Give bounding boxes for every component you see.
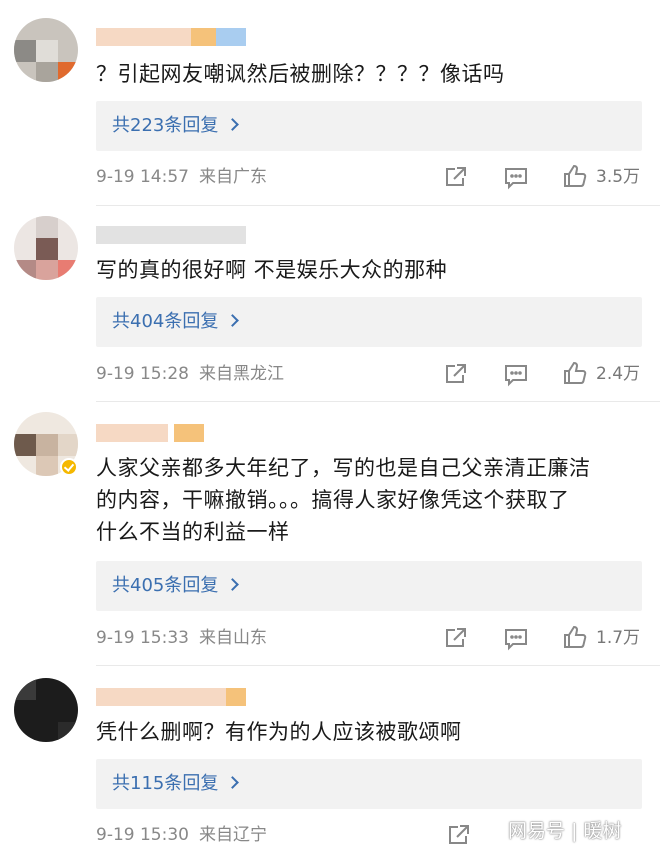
replies-label: 共115条回复 [112,773,219,794]
avatar[interactable] [14,678,78,742]
chevron-right-icon [226,776,239,789]
location: 来自辽宁 [198,825,267,845]
watermark: 网易号 | 暖树 [508,820,622,842]
verified-badge-icon [60,458,78,476]
avatar[interactable] [14,216,78,280]
avatar[interactable] [14,18,78,82]
comment-text-line: 什么不当的利益一样 [96,520,290,544]
comment-text-line: 的内容，干嘛撤销。。。搞得人家好像凭这个获取了 [96,488,570,512]
share-icon[interactable] [446,822,472,848]
comment-text: 人家父亲都多大年纪了，写的也是自己父亲清正廉洁 的内容，干嘛撤销。。。搞得人家好… [96,452,644,548]
replies-label: 共223条回复 [112,115,219,136]
thumbs-up-icon[interactable] [562,360,588,386]
replies-label: 共405条回复 [112,575,219,596]
timestamp: 9-19 14:57 [96,167,189,187]
location: 来自广东 [198,167,267,187]
comment-text: 写的真的很好啊 不是娱乐大众的那种 [96,258,448,282]
username[interactable] [96,688,246,706]
timestamp: 9-19 15:28 [96,364,189,384]
share-icon[interactable] [443,164,469,190]
thumbs-up-icon[interactable] [562,163,588,189]
comment-text: 凭什么删啊？有作为的人应该被歌颂啊 [96,720,462,744]
comment-text: ？引起网友嘲讽然后被删除？？？？像话吗 [96,62,505,86]
timestamp: 9-19 15:30 [96,825,189,845]
timestamp: 9-19 15:33 [96,628,189,648]
chevron-right-icon [226,118,239,131]
comment-text-line: 人家父亲都多大年纪了，写的也是自己父亲清正廉洁 [96,456,591,480]
location: 来自山东 [198,628,267,648]
comment-icon[interactable] [503,362,529,388]
thumbs-up-icon[interactable] [562,624,588,650]
chevron-right-icon [226,314,239,327]
divider [96,401,660,402]
location: 来自黑龙江 [198,364,284,384]
replies-button[interactable]: 共405条回复 [96,561,642,611]
replies-button[interactable]: 共115条回复 [96,759,642,809]
divider [96,205,660,206]
comment-meta: 9-19 15:28 来自黑龙江 [96,362,284,386]
like-count: 3.5万 [596,167,641,187]
divider [96,665,660,666]
comment-icon[interactable] [503,165,529,191]
comment-meta: 9-19 15:30 来自辽宁 [96,823,267,847]
comment-icon[interactable] [503,626,529,652]
comment-meta: 9-19 15:33 来自山东 [96,626,267,650]
username[interactable] [96,226,246,244]
like-count: 1.7万 [596,628,641,648]
username[interactable] [96,28,246,46]
username[interactable] [96,424,246,442]
replies-button[interactable]: 共404条回复 [96,297,642,347]
share-icon[interactable] [443,361,469,387]
share-icon[interactable] [443,625,469,651]
chevron-right-icon [226,578,239,591]
comment-meta: 9-19 14:57 来自广东 [96,165,267,189]
replies-button[interactable]: 共223条回复 [96,101,642,151]
replies-label: 共404条回复 [112,311,219,332]
like-count: 2.4万 [596,364,641,384]
